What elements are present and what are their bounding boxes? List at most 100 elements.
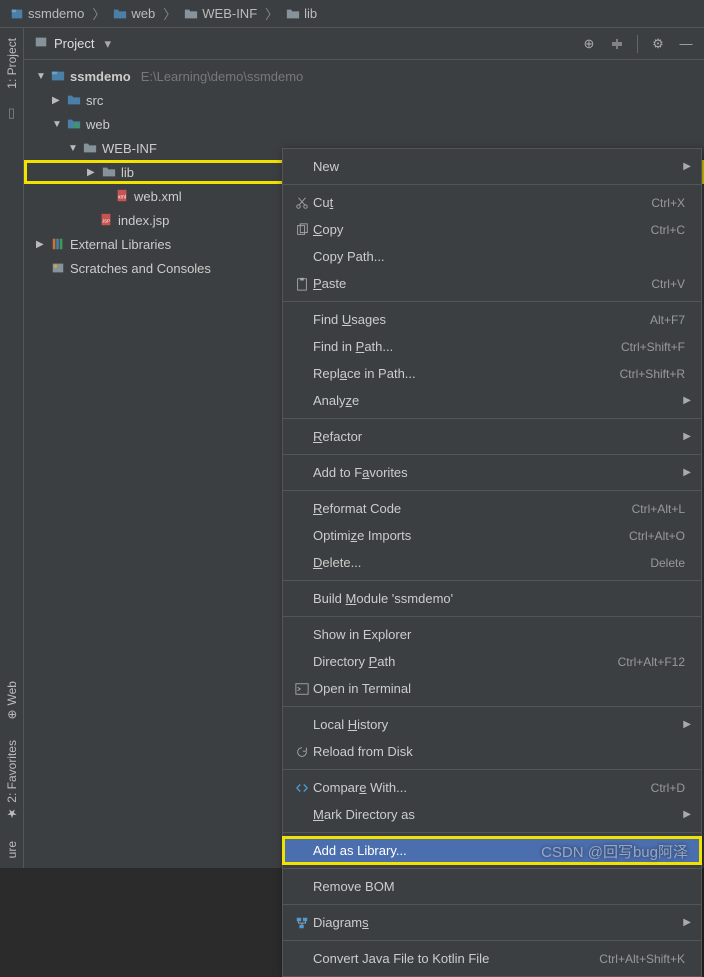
library-icon <box>50 237 66 251</box>
menu-item[interactable]: Copy Path... <box>283 243 701 270</box>
menu-item[interactable]: Remove BOM <box>283 873 701 900</box>
menu-item-label: Copy <box>313 222 651 237</box>
menu-shortcut: Ctrl+Alt+F12 <box>618 655 685 669</box>
menu-shortcut: Delete <box>650 556 685 570</box>
menu-item-label: Analyze <box>313 393 685 408</box>
menu-item[interactable]: Find in Path...Ctrl+Shift+F <box>283 333 701 360</box>
expand-arrow-icon[interactable]: ▶ <box>52 95 62 106</box>
menu-item[interactable]: Build Module 'ssmdemo' <box>283 585 701 612</box>
folder-icon <box>101 165 117 179</box>
expand-arrow-icon[interactable]: ▶ <box>36 239 46 250</box>
menu-item-label: Reformat Code <box>313 501 632 516</box>
target-icon[interactable]: ⊕ <box>581 36 597 52</box>
menu-item[interactable]: CutCtrl+X <box>283 189 701 216</box>
menu-item[interactable]: New▶ <box>283 153 701 180</box>
menu-separator <box>283 616 701 617</box>
menu-item[interactable]: Reformat CodeCtrl+Alt+L <box>283 495 701 522</box>
submenu-arrow-icon: ▶ <box>683 161 691 172</box>
menu-item[interactable]: Diagrams▶ <box>283 909 701 936</box>
expand-arrow-icon[interactable]: ▼ <box>68 143 78 154</box>
menu-item[interactable]: CopyCtrl+C <box>283 216 701 243</box>
expand-arrow-icon[interactable]: ▼ <box>52 119 62 130</box>
menu-item-label: Add to Favorites <box>313 465 685 480</box>
menu-separator <box>283 868 701 869</box>
menu-shortcut: Ctrl+X <box>651 196 685 210</box>
breadcrumb-item-webinf[interactable]: WEB-INF <box>180 6 261 21</box>
gutter-tab-web[interactable]: ⊕ Web <box>3 671 21 730</box>
menu-shortcut: Alt+F7 <box>650 313 685 327</box>
menu-item-label: Cut <box>313 195 651 210</box>
menu-separator <box>283 580 701 581</box>
submenu-arrow-icon: ▶ <box>683 719 691 730</box>
tree-node-label: src <box>86 93 103 108</box>
panel-title-label: Project <box>54 36 94 51</box>
gear-icon[interactable]: ⚙ <box>650 36 666 52</box>
gutter-tab-structure[interactable]: ure <box>3 831 21 868</box>
menu-separator <box>283 184 701 185</box>
menu-separator <box>283 418 701 419</box>
menu-item-label: Find in Path... <box>313 339 621 354</box>
menu-shortcut: Ctrl+Alt+L <box>632 502 685 516</box>
left-tool-gutter: 1: Project ▯ ⊕ Web ★ 2: Favorites ure <box>0 28 24 868</box>
tree-node-src[interactable]: ▶ src <box>24 88 704 112</box>
chevron-right-icon: 〉 <box>90 4 107 23</box>
menu-item[interactable]: Mark Directory as▶ <box>283 801 701 828</box>
menu-item[interactable]: Show in Explorer <box>283 621 701 648</box>
submenu-arrow-icon: ▶ <box>683 809 691 820</box>
menu-item[interactable]: Optimize ImportsCtrl+Alt+O <box>283 522 701 549</box>
folder-icon <box>82 141 98 155</box>
menu-separator <box>283 940 701 941</box>
menu-item[interactable]: Add to Favorites▶ <box>283 459 701 486</box>
project-icon <box>34 35 48 52</box>
menu-item-label: Optimize Imports <box>313 528 629 543</box>
menu-item[interactable]: Local History▶ <box>283 711 701 738</box>
minimize-icon[interactable]: — <box>678 36 694 52</box>
cut-icon <box>291 196 313 210</box>
watermark: CSDN @回写bug阿泽 <box>541 841 688 862</box>
menu-item-label: Diagrams <box>313 915 685 930</box>
collapse-icon[interactable] <box>609 36 625 52</box>
expand-arrow-icon[interactable]: ▼ <box>36 71 46 82</box>
paste-icon <box>291 277 313 291</box>
gutter-bookmark-icon[interactable]: ▯ <box>8 99 15 127</box>
menu-separator <box>283 904 701 905</box>
scratches-icon <box>50 261 66 275</box>
menu-item[interactable]: Analyze▶ <box>283 387 701 414</box>
menu-item[interactable]: Open in Terminal <box>283 675 701 702</box>
menu-item-label: Remove BOM <box>313 879 685 894</box>
menu-item[interactable]: Directory PathCtrl+Alt+F12 <box>283 648 701 675</box>
terminal-icon <box>291 682 313 696</box>
gutter-tab-favorites[interactable]: ★ 2: Favorites <box>3 730 21 831</box>
menu-shortcut: Ctrl+Alt+O <box>629 529 685 543</box>
gutter-tab-project[interactable]: 1: Project <box>3 28 21 99</box>
menu-item[interactable]: PasteCtrl+V <box>283 270 701 297</box>
breadcrumb-item-web[interactable]: web <box>109 6 159 21</box>
jsp-file-icon: JSP <box>98 213 114 227</box>
breadcrumb-label: WEB-INF <box>202 6 257 21</box>
tree-node-web[interactable]: ▼ web <box>24 112 704 136</box>
menu-item[interactable]: Compare With...Ctrl+D <box>283 774 701 801</box>
tree-node-root[interactable]: ▼ ssmdemo E:\Learning\demo\ssmdemo <box>24 64 704 88</box>
menu-item-label: Convert Java File to Kotlin File <box>313 951 599 966</box>
menu-item[interactable]: Find UsagesAlt+F7 <box>283 306 701 333</box>
menu-separator <box>283 454 701 455</box>
tree-node-label: web <box>86 117 110 132</box>
menu-item-label: New <box>313 159 685 174</box>
tree-node-label: External Libraries <box>70 237 171 252</box>
svg-text:xml: xml <box>118 195 126 201</box>
breadcrumb-item-lib[interactable]: lib <box>282 6 321 21</box>
folder-icon <box>184 7 198 21</box>
xml-file-icon: xml <box>114 189 130 203</box>
tree-node-label: WEB-INF <box>102 141 157 156</box>
panel-title[interactable]: Project ▾ <box>34 35 111 52</box>
menu-separator <box>283 832 701 833</box>
menu-item[interactable]: Replace in Path...Ctrl+Shift+R <box>283 360 701 387</box>
menu-shortcut: Ctrl+Shift+R <box>620 367 685 381</box>
menu-item[interactable]: Reload from Disk <box>283 738 701 765</box>
expand-arrow-icon[interactable]: ▶ <box>87 167 97 178</box>
submenu-arrow-icon: ▶ <box>683 917 691 928</box>
menu-item[interactable]: Delete...Delete <box>283 549 701 576</box>
menu-item[interactable]: Refactor▶ <box>283 423 701 450</box>
menu-item[interactable]: Convert Java File to Kotlin FileCtrl+Alt… <box>283 945 701 972</box>
breadcrumb-item-project[interactable]: ssmdemo <box>6 6 88 21</box>
